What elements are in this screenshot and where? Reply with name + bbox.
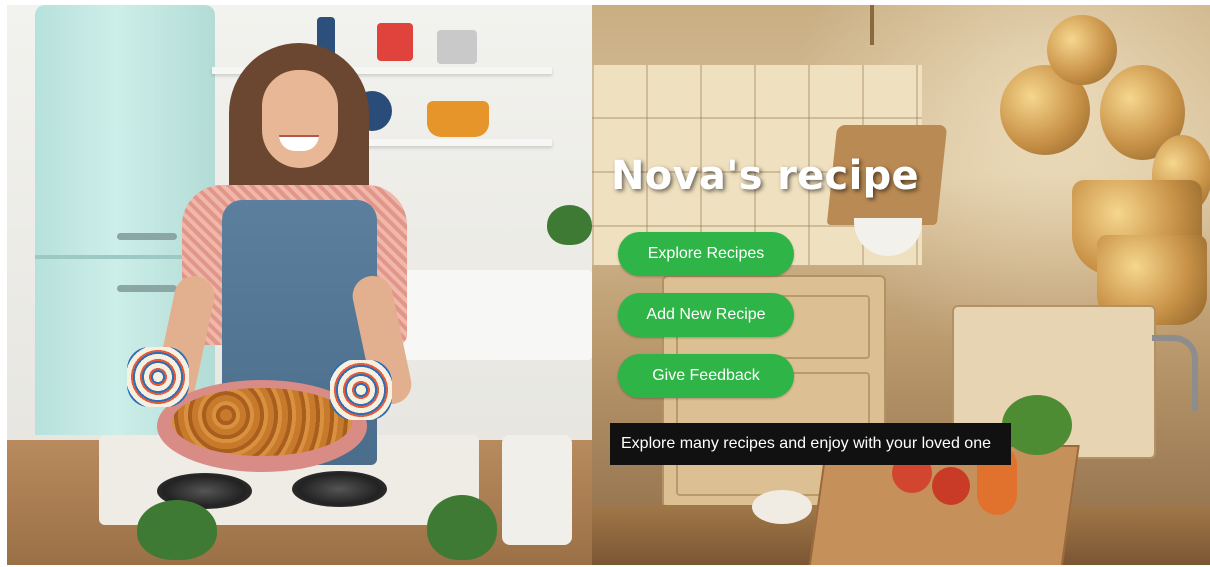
page-title: Nova's recipe — [611, 153, 919, 199]
broccoli — [1002, 395, 1072, 455]
hero-panel: Nova's recipe Explore Recipes Add New Re… — [592, 5, 1210, 565]
jar — [437, 30, 477, 64]
fridge-handle — [117, 233, 177, 240]
plant — [547, 205, 592, 245]
plant — [137, 500, 217, 560]
jar — [377, 23, 413, 61]
hero-photo — [7, 5, 592, 565]
kitchen-shelf — [352, 139, 552, 146]
explore-recipes-button[interactable]: Explore Recipes — [618, 232, 794, 276]
plant — [427, 495, 497, 560]
add-new-recipe-button[interactable]: Add New Recipe — [618, 293, 794, 337]
fridge-handle — [117, 285, 177, 292]
person-face — [262, 70, 338, 168]
faucet — [1152, 335, 1198, 411]
tagline: Explore many recipes and enjoy with your… — [610, 423, 1011, 465]
oven-mitt — [127, 347, 189, 407]
give-feedback-button[interactable]: Give Feedback — [618, 354, 794, 398]
copper-pot — [1047, 15, 1117, 85]
oven-mitt — [330, 360, 392, 420]
mushroom — [752, 490, 812, 524]
orange-pot — [427, 101, 489, 137]
utensil-holder — [502, 435, 572, 545]
tomato — [932, 467, 970, 505]
sink — [402, 270, 592, 360]
baked-food — [172, 388, 352, 456]
burner — [292, 471, 387, 507]
hanging-rod — [870, 5, 874, 45]
